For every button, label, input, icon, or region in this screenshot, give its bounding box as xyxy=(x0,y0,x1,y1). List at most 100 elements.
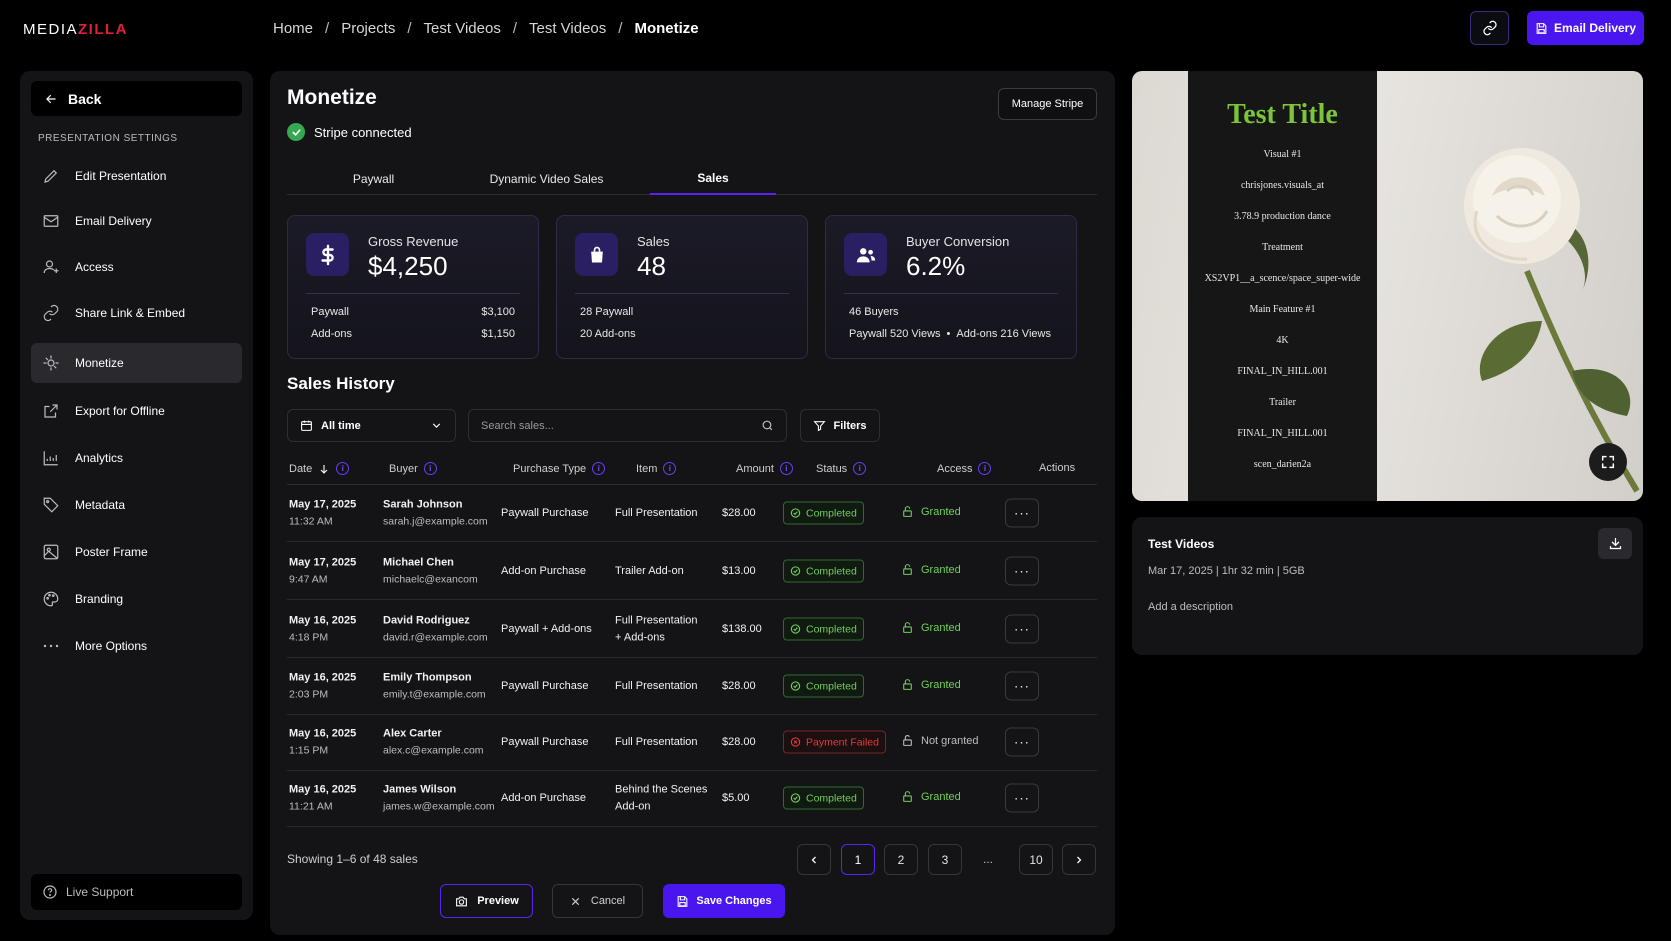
sidebar-item-label: Export for Offline xyxy=(75,404,165,418)
row-actions-button[interactable]: ··· xyxy=(1005,727,1039,757)
video-preview[interactable]: Test Title Visual #1 chrisjones.visuals_… xyxy=(1132,71,1643,501)
preview-button[interactable]: Preview xyxy=(440,884,533,918)
pagination-page-2[interactable]: 2 xyxy=(884,844,918,875)
pagination-prev-button[interactable] xyxy=(797,844,831,875)
breadcrumb-home[interactable]: Home xyxy=(273,20,313,37)
sidebar-item-label: More Options xyxy=(75,639,148,653)
time-text: 4:18 PM xyxy=(289,631,329,644)
pagination-page-10[interactable]: 10 xyxy=(1019,844,1053,875)
info-icon[interactable]: i xyxy=(336,462,350,475)
pagination-summary: Showing 1–6 of 48 sales xyxy=(287,852,418,866)
row-actions-button[interactable]: ··· xyxy=(1005,614,1039,644)
date-range-select[interactable]: All time xyxy=(287,409,456,442)
row-actions-button[interactable]: ··· xyxy=(1005,783,1039,813)
card-divider xyxy=(844,293,1058,294)
breadcrumb-test-videos[interactable]: Test Videos xyxy=(424,20,501,37)
sidebar-item-poster-frame[interactable]: Poster Frame xyxy=(31,532,242,572)
live-support-button[interactable]: Live Support xyxy=(31,874,242,910)
buyer-email[interactable]: alex.c@example.com xyxy=(383,745,484,757)
pagination-page-3[interactable]: 3 xyxy=(928,844,962,875)
cell-actions: ··· xyxy=(1005,614,1039,644)
table-row[interactable]: May 16, 2025 11:21 AM James Wilson james.w@… xyxy=(287,770,1097,827)
card-row: Add-ons $1,150 xyxy=(311,328,515,340)
row-label: Paywall xyxy=(311,306,349,318)
slate-card: Test Title Visual #1 chrisjones.visuals_… xyxy=(1188,71,1377,501)
sidebar-item-monetize[interactable]: Monetize xyxy=(31,343,242,383)
time-text: 1:15 PM xyxy=(289,744,329,757)
row-actions-button[interactable]: ··· xyxy=(1005,671,1039,701)
info-icon[interactable]: i xyxy=(423,462,437,475)
logo-text-zilla: ZILLA xyxy=(78,21,129,38)
buyer-email[interactable]: david.r@example.com xyxy=(383,632,488,644)
info-icon[interactable]: i xyxy=(779,462,793,475)
breadcrumb-current: Monetize xyxy=(634,20,699,37)
sidebar-item-access[interactable]: Access xyxy=(31,247,242,287)
column-date[interactable]: Date i xyxy=(289,462,350,475)
copy-link-button[interactable] xyxy=(1470,11,1509,45)
sidebar-item-label: Branding xyxy=(75,592,124,606)
item-text: Full Presentation xyxy=(615,736,698,748)
table-row[interactable]: May 17, 2025 9:47 AM Michael Chen michaelc@… xyxy=(287,543,1097,600)
time-text: 9:47 AM xyxy=(289,573,328,586)
info-icon[interactable]: i xyxy=(663,462,677,475)
download-button[interactable] xyxy=(1598,528,1632,559)
sidebar-item-metadata[interactable]: Metadata xyxy=(31,485,242,525)
pagination-next-button[interactable] xyxy=(1062,844,1096,875)
table-row[interactable]: May 16, 2025 4:18 PM David Rodriguez david.… xyxy=(287,601,1097,658)
status-text: Completed xyxy=(806,680,857,692)
sidebar-item-edit-presentation[interactable]: Edit Presentation xyxy=(31,156,242,196)
cancel-button[interactable]: Cancel xyxy=(552,884,643,918)
email-delivery-button[interactable]: Email Delivery xyxy=(1527,11,1644,45)
access-indicator: Granted xyxy=(901,790,961,803)
manage-stripe-button[interactable]: Manage Stripe xyxy=(998,88,1097,120)
tab-paywall[interactable]: Paywall xyxy=(287,163,460,195)
sidebar-item-export-offline[interactable]: Export for Offline xyxy=(31,391,242,431)
cell-amount: $13.00 xyxy=(722,565,756,577)
sidebar-item-share-link[interactable]: Share Link & Embed xyxy=(31,293,242,333)
buyer-email[interactable]: michaelc@exancom xyxy=(383,574,478,586)
table-row[interactable]: May 17, 2025 11:32 AM Sarah Johnson sarah.j… xyxy=(287,485,1097,542)
info-icon[interactable]: i xyxy=(853,462,867,475)
cell-date: May 17, 2025 11:32 AM xyxy=(289,499,356,528)
cell-access: Granted xyxy=(901,563,961,579)
info-icon[interactable]: i xyxy=(592,462,606,475)
sidebar-item-email-delivery[interactable]: Email Delivery xyxy=(31,201,242,241)
download-icon xyxy=(1609,537,1621,550)
breadcrumb-projects[interactable]: Projects xyxy=(341,20,395,37)
card-divider xyxy=(306,293,520,294)
sidebar-item-analytics[interactable]: Analytics xyxy=(31,438,242,478)
buyer-email[interactable]: sarah.j@example.com xyxy=(383,516,488,528)
column-label: Purchase Type xyxy=(513,462,587,475)
filters-label: Filters xyxy=(833,419,867,432)
pagination-page-1[interactable]: 1 xyxy=(841,844,875,875)
breadcrumb-test-videos-2[interactable]: Test Videos xyxy=(529,20,606,37)
sidebar-item-more-options[interactable]: More Options xyxy=(31,626,242,666)
tab-sales[interactable]: Sales xyxy=(650,163,776,195)
users-icon xyxy=(844,233,887,276)
tab-dynamic-video-sales[interactable]: Dynamic Video Sales xyxy=(460,163,633,195)
table-row[interactable]: May 16, 2025 1:15 PM Alex Carter alex.c@exa… xyxy=(287,714,1097,771)
fullscreen-button[interactable] xyxy=(1589,443,1627,481)
shopping-bag-icon xyxy=(575,233,618,276)
save-label: Save Changes xyxy=(696,895,772,907)
access-text: Not granted xyxy=(921,734,979,747)
buyer-email[interactable]: james.w@example.com xyxy=(383,801,495,813)
app-logo[interactable]: MEDIAZILLA xyxy=(23,21,128,38)
sort-desc-icon[interactable] xyxy=(318,463,330,475)
table-row[interactable]: May 16, 2025 2:03 PM Emily Thompson emily.t… xyxy=(287,658,1097,715)
info-icon[interactable]: i xyxy=(978,462,992,475)
row-actions-button[interactable]: ··· xyxy=(1005,556,1039,586)
buyer-email[interactable]: emily.t@example.com xyxy=(383,689,486,701)
cell-access: Granted xyxy=(901,621,961,637)
check-circle-icon xyxy=(790,566,801,576)
access-text: Granted xyxy=(921,678,961,691)
back-button[interactable]: Back xyxy=(31,81,242,116)
column-label: Actions xyxy=(1039,462,1076,474)
row-actions-button[interactable]: ··· xyxy=(1005,498,1039,528)
add-description-field[interactable]: Add a description xyxy=(1148,601,1233,613)
filters-button[interactable]: Filters xyxy=(800,409,880,442)
live-support-label: Live Support xyxy=(66,885,134,899)
save-changes-button[interactable]: Save Changes xyxy=(663,884,785,918)
sidebar-item-branding[interactable]: Branding xyxy=(31,579,242,619)
search-input[interactable]: Search sales... xyxy=(468,409,787,442)
